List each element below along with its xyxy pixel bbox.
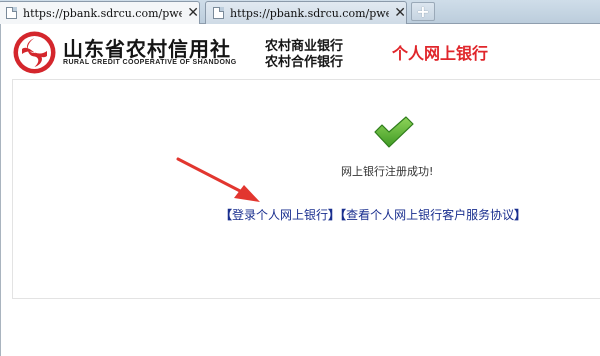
login-link[interactable]: 登录个人网上银行	[232, 208, 328, 222]
action-links: 【登录个人网上银行】【查看个人网上银行客户服务协议】	[220, 206, 526, 223]
link-bracket: 】	[514, 208, 527, 222]
site-title: 个人网上银行	[392, 44, 489, 63]
org-name-english: RURAL CREDIT COOPERATIVE OF SHANDONG	[63, 59, 237, 66]
page-icon	[213, 7, 224, 19]
page-icon	[6, 7, 17, 19]
org-name-chinese: 山东省农村信用社	[63, 37, 231, 61]
page: 山东省农村信用社 RURAL CREDIT COOPERATIVE OF SHA…	[0, 24, 600, 356]
browser-tab-strip: https://pbank.sdrcu.com/pwe ✕ https://pb…	[0, 0, 600, 24]
bank-name-cooperative: 农村合作银行	[265, 55, 344, 70]
new-tab-button[interactable]: +	[411, 2, 435, 21]
tab-title: https://pbank.sdrcu.com/pwe	[23, 6, 183, 20]
annotation-arrow	[176, 157, 260, 202]
page-edge	[0, 24, 1, 356]
rcc-logo-icon	[13, 31, 56, 74]
content-panel	[12, 79, 600, 299]
screenshot-root: https://pbank.sdrcu.com/pwe ✕ https://pb…	[0, 0, 600, 356]
success-check-icon	[374, 116, 414, 148]
success-message: 网上银行注册成功!	[341, 165, 434, 178]
tab-close-icon[interactable]: ✕	[394, 6, 406, 20]
service-agreement-link[interactable]: 查看个人网上银行客户服务协议	[346, 208, 514, 222]
link-bracket: 【	[220, 208, 233, 222]
browser-tab-active[interactable]: https://pbank.sdrcu.com/pwe ✕	[0, 1, 200, 24]
browser-tab-inactive[interactable]: https://pbank.sdrcu.com/pwe ✕	[205, 1, 407, 24]
tab-close-icon[interactable]: ✕	[187, 6, 199, 20]
link-bracket: 】	[328, 208, 341, 222]
tab-title: https://pbank.sdrcu.com/pwe	[230, 6, 390, 20]
